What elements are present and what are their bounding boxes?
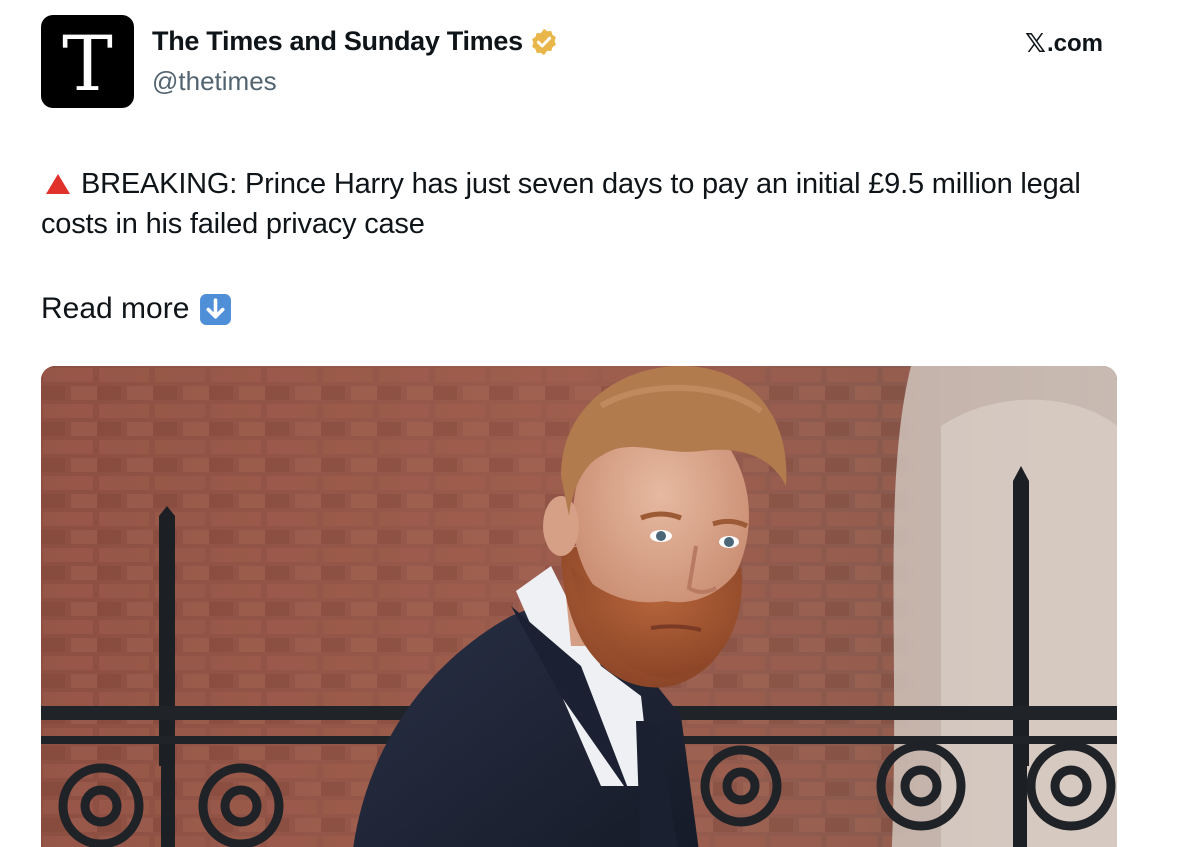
author-name-row[interactable]: The Times and Sunday Times [152, 26, 559, 57]
source-link[interactable]: 𝕏 .com [1025, 29, 1103, 59]
x-logo-icon: 𝕏 [1025, 29, 1046, 59]
author-name[interactable]: The Times and Sunday Times [152, 26, 523, 57]
post-text-content: BREAKING: Prince Harry has just seven da… [41, 168, 1081, 240]
verified-badge-icon [531, 28, 556, 55]
photo-illustration [41, 366, 1117, 847]
red-triangle-icon [46, 174, 70, 194]
post-text: BREAKING: Prince Harry has just seven da… [41, 164, 1141, 244]
post-image[interactable] [41, 366, 1117, 847]
author-handle[interactable]: @thetimes [152, 66, 277, 97]
source-label: .com [1046, 30, 1103, 57]
read-more[interactable]: Read more [41, 289, 232, 329]
avatar-letter: T [62, 18, 113, 108]
avatar[interactable]: T [41, 15, 134, 108]
read-more-label[interactable]: Read more [41, 289, 189, 329]
post-card: T The Times and Sunday Times @thetimes 𝕏… [0, 0, 1200, 847]
down-arrow-icon [200, 293, 232, 325]
